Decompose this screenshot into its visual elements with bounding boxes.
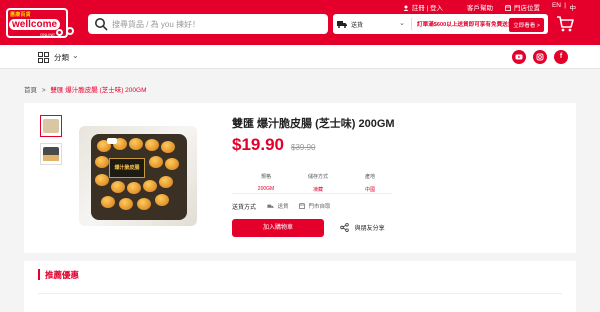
share-button[interactable]: 與朋友分享 — [340, 223, 385, 232]
search-icon — [95, 18, 108, 31]
recommendations-section: 推薦優惠 — [24, 261, 576, 312]
chevron-down-icon: ⌄ — [399, 20, 405, 27]
add-to-cart-button[interactable]: 加入購物車 — [232, 219, 324, 237]
product-thumbnail-1[interactable] — [40, 115, 62, 137]
lang-zh[interactable]: 中 — [570, 2, 577, 12]
lang-en[interactable]: EN — [552, 2, 561, 9]
wellcome-logo[interactable]: 惠康百貨 wellcome ONLINE — [6, 8, 76, 38]
spec-storage: 儲存方式 凍藏 — [307, 174, 328, 193]
breadcrumb: 首頁 > 雙匯 爆汁脆皮腸 (芝士味) 200GM — [24, 84, 146, 94]
product-card: 爆汁脆皮腸 雙匯 爆汁脆皮腸 (芝士味) 200GM $19.90 $39.90… — [24, 103, 576, 253]
help-link[interactable]: 客戶幫助 — [467, 2, 493, 12]
search-input[interactable]: 搜尋貨品 / 為 you 揀好！ — [88, 14, 328, 34]
chevron-down-icon: ⌄ — [72, 51, 79, 60]
product-price: $19.90 — [232, 135, 284, 154]
grid-icon[interactable] — [38, 52, 49, 63]
logo-brand: wellcome — [9, 19, 61, 30]
login-link[interactable]: 註冊 | 登入 — [412, 5, 443, 12]
breadcrumb-current: 雙匯 爆汁脆皮腸 (芝士味) 200GM — [50, 87, 147, 94]
recommendations-title: 推薦優惠 — [45, 270, 80, 280]
user-icon — [403, 5, 409, 11]
logo-tag: 惠康百貨 — [10, 12, 31, 18]
delivery-selector[interactable]: 送貨 ⌄ 訂單滿$600以上送貨即可享有免費送貨優惠 立即看看 > — [333, 14, 548, 34]
store-icon — [505, 5, 512, 11]
instagram-icon[interactable] — [533, 50, 547, 64]
store-icon — [298, 203, 306, 209]
spec-size: 規格 200GM — [257, 174, 275, 192]
youtube-icon[interactable] — [512, 50, 526, 64]
logo-online: ONLINE — [40, 32, 55, 37]
truck-icon — [337, 21, 347, 28]
breadcrumb-home[interactable]: 首頁 — [24, 87, 37, 94]
product-old-price: $39.90 — [291, 143, 316, 152]
delivery-label: 送貨 — [351, 23, 364, 29]
pickup-option[interactable]: 門市自取 — [298, 202, 331, 210]
delivery-method-label: 送貨方式 — [232, 205, 257, 211]
store-location-link[interactable]: 門店位置 — [514, 5, 540, 12]
product-title: 雙匯 爆汁脆皮腸 (芝士味) 200GM — [232, 118, 395, 130]
promo-button[interactable]: 立即看看 > — [509, 18, 544, 32]
truck-icon — [267, 204, 274, 208]
facebook-icon[interactable]: f — [554, 50, 568, 64]
spec-origin: 產地 中國 — [364, 174, 375, 193]
top-header: 惠康百貨 wellcome ONLINE 搜尋貨品 / 為 you 揀好！ 註冊… — [0, 0, 600, 45]
product-image[interactable]: 爆汁脆皮腸 — [79, 126, 197, 226]
search-placeholder: 搜尋貨品 / 為 you 揀好！ — [112, 20, 201, 29]
share-icon — [340, 223, 349, 232]
package-label: 爆汁脆皮腸 — [109, 158, 145, 178]
chevron-right-icon: > — [41, 87, 46, 94]
product-thumbnail-2[interactable] — [40, 143, 62, 165]
category-bar: 分類 ⌄ f — [0, 45, 600, 69]
category-label[interactable]: 分類 — [54, 52, 69, 63]
delivery-option[interactable]: 送貨 — [267, 202, 289, 210]
cart-icon[interactable] — [556, 15, 574, 33]
